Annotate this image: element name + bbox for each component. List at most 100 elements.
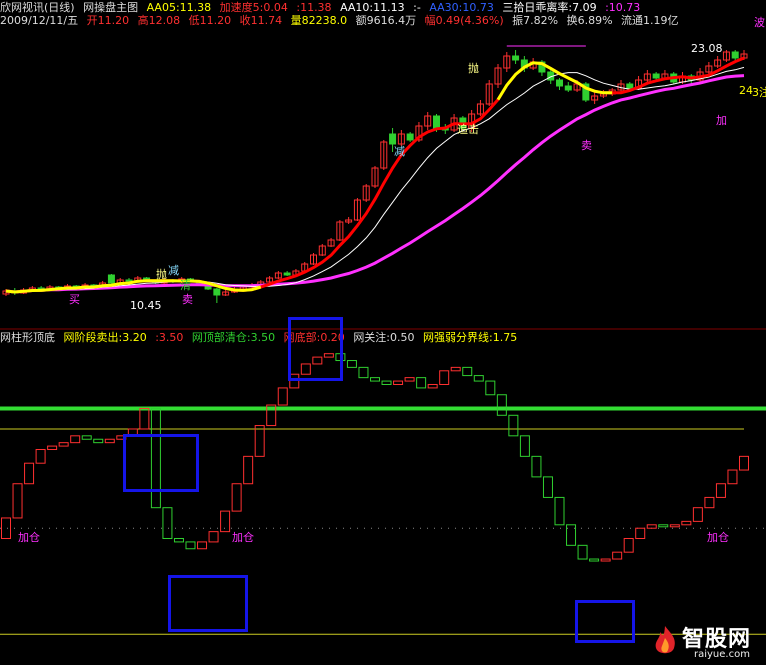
edge-label-top: 波 (754, 16, 765, 29)
indicator-bar (646, 524, 657, 529)
indicator-bar (739, 455, 749, 471)
indicator-watch: 网关注:0.50 (353, 331, 415, 344)
indicator-header: 网柱形顶底 网阶段卖出:3.20 :3.50 网顶部清仓:3.50 网底部:0.… (0, 331, 522, 345)
throw-label-2: 抛 (156, 268, 167, 281)
indicator-bar (600, 558, 611, 562)
indicator-bar (635, 527, 646, 539)
indicator-bar (681, 520, 692, 526)
chase-label: 追击 (457, 123, 479, 136)
indicator-name[interactable]: 网柱形顶底 (0, 331, 55, 344)
indicator-bar (496, 394, 507, 416)
indicator-bar (139, 407, 150, 430)
indicator-bar (669, 524, 680, 528)
indicator-bar (231, 483, 242, 512)
indicator-bar (173, 537, 184, 543)
buy-label: 买 (69, 293, 80, 306)
cut-label-1: 减 (394, 145, 405, 158)
candle-body (564, 85, 572, 91)
indicator-bar (485, 380, 496, 396)
cut-label-2: 减 (168, 264, 179, 277)
candle-body (512, 55, 520, 61)
sell-label-1: 卖 (581, 139, 592, 152)
edge-label-left: 24 (739, 84, 753, 97)
candle-body (283, 272, 291, 276)
indicator-bar (243, 455, 254, 485)
indicator-bar (58, 442, 69, 447)
candle-body (213, 288, 221, 296)
indicator-bar (727, 469, 738, 485)
indicator-bar (393, 380, 404, 385)
indicator-bar (589, 558, 600, 562)
low-price-label: 10.45 (130, 299, 162, 312)
indicator-bar (370, 377, 380, 382)
candle-body (433, 115, 440, 129)
indicator-bar (612, 551, 623, 560)
indicator-bar (519, 435, 530, 457)
candle-body (107, 274, 115, 284)
indicator-bar (208, 531, 219, 543)
flame-icon (652, 624, 678, 658)
watermark: 智股网 raiyue.com (648, 620, 766, 665)
add-position-label-3: 加仓 (707, 531, 729, 544)
indicator-bar (162, 507, 173, 539)
candle-body (652, 73, 660, 79)
indicator-bar (704, 496, 715, 509)
watermark-url: raiyue.com (694, 649, 750, 660)
indicator-bar (24, 462, 35, 485)
high-price-label: 23.08 (691, 42, 723, 55)
indicator-bar (658, 524, 669, 528)
indicator-bar (531, 455, 542, 478)
candle-body (406, 133, 414, 141)
candle-body (626, 83, 634, 89)
indicator-bar (404, 377, 415, 382)
indicator-bar (220, 510, 231, 533)
indicator-pane[interactable] (0, 353, 766, 635)
indicator-bar (381, 380, 392, 385)
indicator-bar (542, 476, 553, 498)
add-position-label-1: 加仓 (18, 531, 40, 544)
edge-label-right: 3注 (752, 86, 766, 99)
indicator-bar (450, 366, 461, 372)
indicator-bar (577, 544, 588, 560)
indicator-bar (692, 507, 703, 522)
sell-label-2: 卖 (182, 293, 193, 306)
indicator-bar (81, 435, 92, 440)
indicator-bar (1, 517, 11, 539)
throw-label-1: 抛 (468, 62, 479, 75)
indicator-bar (439, 370, 450, 385)
indicator-bar (93, 438, 104, 444)
indicator-bar (715, 483, 726, 498)
indicator-bar (416, 377, 427, 389)
clear-label: 清 (180, 279, 191, 292)
highlight-box-top (288, 317, 343, 381)
indicator-top-clear: 网顶部清仓:3.50 (191, 331, 276, 344)
highlight-box-low (168, 575, 248, 632)
highlight-box-bottom (575, 600, 635, 643)
indicator-bar (104, 438, 115, 444)
indicator-bar (462, 366, 473, 377)
indicator-bar (12, 483, 23, 519)
indicator-bar (197, 541, 208, 550)
add-label: 加 (716, 114, 727, 127)
indicator-bar (35, 449, 46, 464)
candle-body (556, 79, 563, 87)
indicator-bar (47, 445, 58, 451)
indicator-bar (554, 496, 565, 526)
indicator-bar (277, 387, 288, 406)
candle-body (731, 51, 739, 59)
indicator-bar (70, 435, 81, 444)
indicator-bar (358, 366, 369, 379)
indicator-value-1: :3.50 (155, 331, 184, 344)
indicator-bar (185, 541, 196, 550)
indicator-bar (508, 414, 519, 437)
highlight-box-mid (123, 434, 199, 492)
indicator-bar (623, 537, 634, 553)
indicator-bar (427, 383, 438, 389)
indicator-strength: 网强弱分界线:1.75 (423, 331, 518, 344)
add-position-label-2: 加仓 (232, 531, 254, 544)
price-pane[interactable] (2, 45, 748, 303)
indicator-bar (254, 425, 265, 457)
indicator-bar (473, 375, 484, 382)
indicator-stage-sell: 网阶段卖出:3.20 (63, 331, 147, 344)
indicator-bar (346, 360, 357, 368)
